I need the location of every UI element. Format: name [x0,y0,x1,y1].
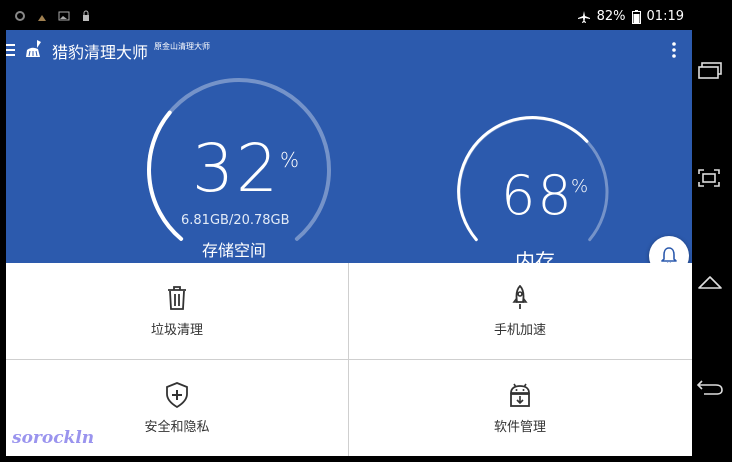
status-overview: 32 % 6.81GB/20.78GB 存储空间 68 % 内存 [6,70,692,263]
clock: 01:19 [646,9,684,24]
recent-apps-icon[interactable] [697,62,723,80]
junk-clean-tile[interactable]: 垃圾清理 [6,263,348,359]
lock-notification-icon [83,10,89,21]
system-nav-bar [692,0,732,462]
app-subtitle: 原金山清理大师 [154,42,210,51]
storage-percent: 32 [192,130,280,207]
app-bar: 猎豹清理大师 原金山清理大师 [6,30,692,70]
image-notification-icon [58,11,70,21]
app-title: 猎豹清理大师 [52,43,149,62]
storage-gauge-fill [147,110,184,241]
device-screen: 82% 01:19 猎豹清理大师 原金山清理大师 32 % 6.81GB/20.… [6,6,692,456]
junk-clean-label: 垃圾清理 [150,323,203,338]
cleaner-notification-icon [38,15,46,21]
airplane-mode-icon [577,10,590,23]
phone-boost-label: 手机加速 [493,323,546,338]
menu-icon[interactable] [6,43,16,57]
status-bar: 82% 01:19 [6,6,692,30]
home-icon[interactable] [697,274,723,290]
battery-percent: 82% [596,9,626,24]
storage-label: 存储空间 [202,241,267,260]
feature-grid: 垃圾清理 手机加速 安全和隐私 软件管理 [6,263,692,456]
rocket-icon [512,285,528,309]
screenshot-icon[interactable] [697,168,721,188]
battery-icon [631,9,641,24]
gauges-graphic [147,77,609,242]
storage-usage: 6.81GB/20.78GB [181,213,290,228]
storage-percent-sign: % [280,148,300,172]
settings-notification-icon [15,11,25,21]
grid-divider-horizontal [6,359,692,360]
broom-logo-icon [26,40,41,57]
overflow-menu-icon[interactable] [671,41,677,59]
trash-icon [168,286,186,310]
app-manager-tile[interactable]: 软件管理 [349,360,691,456]
memory-label: 内存 [515,249,555,263]
phone-boost-tile[interactable]: 手机加速 [349,263,691,359]
memory-percent-sign: % [571,176,589,197]
android-box-icon [510,383,530,407]
shield-plus-icon [166,382,188,408]
app-manager-label: 软件管理 [493,420,546,435]
memory-percent: 68 [501,164,574,227]
back-icon[interactable] [696,378,724,396]
watermark: sorockln [12,428,95,448]
